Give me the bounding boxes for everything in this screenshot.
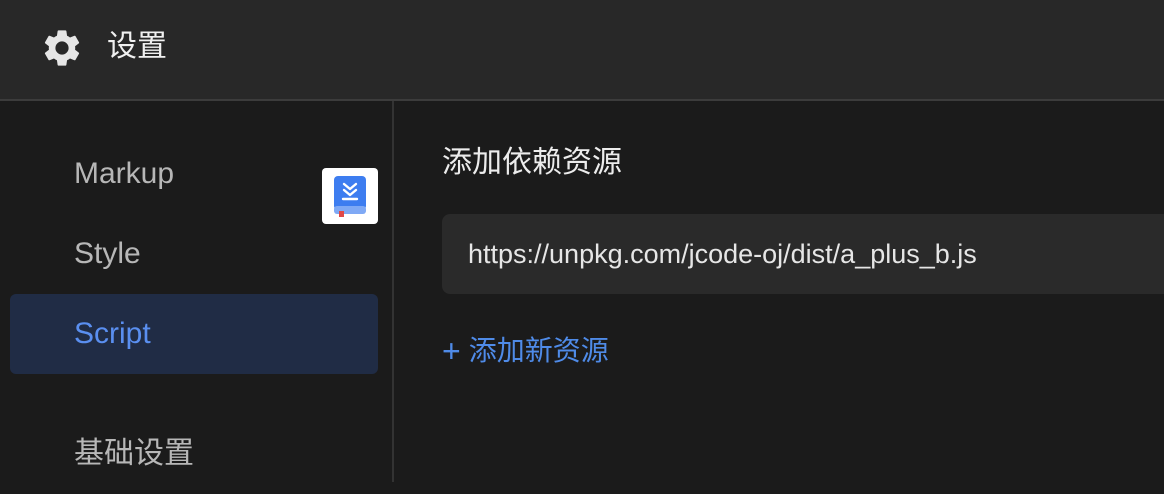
sidebar-item-style[interactable]: Style <box>10 214 378 294</box>
sidebar-item-basic-settings[interactable]: 基础设置 <box>10 414 378 494</box>
settings-sidebar: Markup Style Script 基础设置 <box>0 101 392 482</box>
resource-url-field[interactable]: https://unpkg.com/jcode-oj/dist/a_plus_b… <box>442 214 1164 294</box>
add-resource-label: 添加新资源 <box>468 335 609 366</box>
add-resource-button[interactable]: + 添加新资源 <box>442 331 609 371</box>
gear-icon <box>44 30 80 66</box>
floating-extension-button[interactable] <box>322 168 378 224</box>
settings-content: 添加依赖资源 https://unpkg.com/jcode-oj/dist/a… <box>394 101 1164 482</box>
page-title: 设置 <box>107 30 167 63</box>
settings-header: 设置 <box>0 0 1164 101</box>
plus-icon: + <box>442 333 461 369</box>
book-download-icon <box>334 176 366 217</box>
section-title: 添加依赖资源 <box>442 146 622 179</box>
sidebar-item-script[interactable]: Script <box>10 294 378 374</box>
